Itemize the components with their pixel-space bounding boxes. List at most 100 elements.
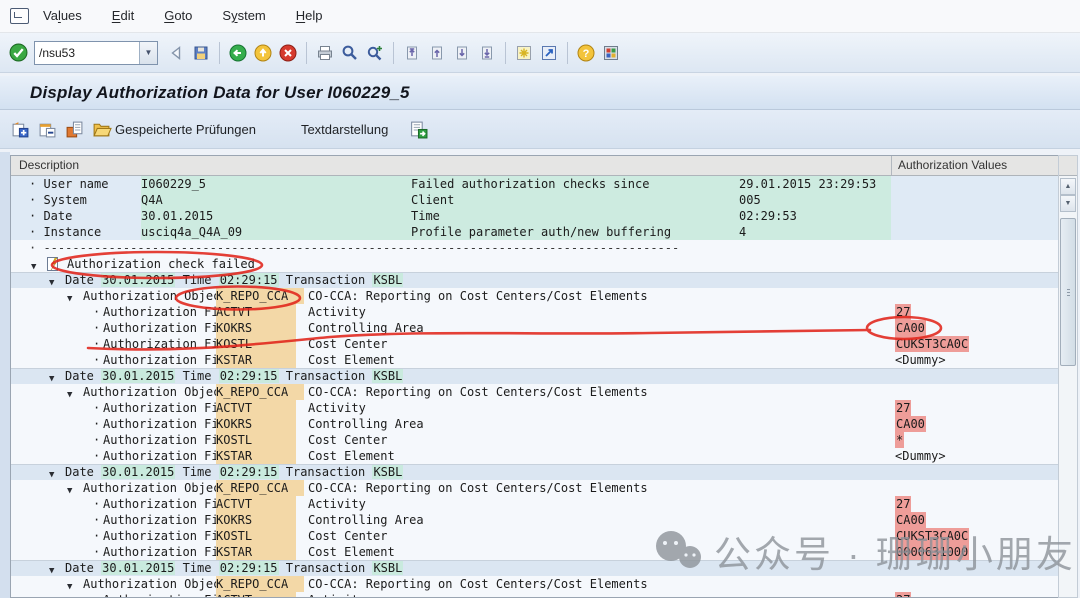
standard-toolbar: ▼ ?: [0, 33, 1080, 73]
svg-text:?: ?: [583, 48, 590, 60]
auth-field-name: KSTAR: [216, 448, 296, 464]
tree-row-field[interactable]: · Authorization Field KOSTL Cost Center …: [11, 528, 1058, 544]
auth-field-desc: Cost Element: [308, 544, 395, 560]
shortcut-icon[interactable]: [538, 42, 560, 64]
info-value: I060229_5: [141, 176, 206, 192]
text-display-button[interactable]: Textdarstellung: [275, 122, 402, 137]
save-icon[interactable]: [190, 42, 212, 64]
tree-row-object[interactable]: ▼ Authorization Object K_REPO_CCA CO-CCA…: [11, 480, 1058, 496]
auth-value: CUKST3CA0C: [895, 528, 969, 544]
auth-field-name: KOKRS: [216, 416, 296, 432]
find-icon[interactable]: [339, 42, 361, 64]
tree-root-row[interactable]: ▼ Authorization check failed: [11, 256, 1058, 272]
separator-row: · --------------------------------------…: [11, 240, 1058, 256]
auth-value: <Dummy>: [895, 352, 946, 368]
field-bullet: ·: [93, 400, 100, 416]
page-down-icon[interactable]: [451, 42, 473, 64]
auth-field-desc: Activity: [308, 496, 366, 512]
auth-field-name: KOSTL: [216, 336, 296, 352]
auth-value: 0000631000: [895, 544, 969, 560]
vertical-scrollbar[interactable]: ▲ ▼: [1058, 155, 1078, 598]
tree-row-field[interactable]: · Authorization Field ACTVT Activity 27: [11, 304, 1058, 320]
scroll-up-icon[interactable]: ▲: [1060, 178, 1076, 195]
auth-value: 27: [895, 304, 911, 320]
new-session-icon[interactable]: [513, 42, 535, 64]
system-menu-icon[interactable]: [10, 8, 29, 24]
field-bullet: ·: [93, 592, 100, 598]
info-label: · User name: [29, 176, 108, 192]
grid-body: · User name I060229_5 Failed authorizati…: [11, 176, 1058, 598]
tree-row-field[interactable]: · Authorization Field KOSTL Cost Center …: [11, 432, 1058, 448]
tree-row-date[interactable]: ▼ Date 30.01.2015 Time 02:29:15 Transact…: [11, 464, 1058, 480]
cancel-icon[interactable]: [277, 42, 299, 64]
saved-checks-button[interactable]: Gespeicherte Prüfungen: [90, 118, 270, 140]
title-bar: Display Authorization Data for User I060…: [0, 76, 1080, 110]
tree-root-label: Authorization check failed: [67, 256, 255, 272]
tree-row-field[interactable]: · Authorization Field ACTVT Activity 27: [11, 496, 1058, 512]
tree-row-date[interactable]: ▼ Date 30.01.2015 Time 02:29:15 Transact…: [11, 368, 1058, 384]
scrollbar-thumb[interactable]: [1060, 218, 1076, 366]
auth-value: CA00: [895, 416, 926, 432]
tree-row-field[interactable]: · Authorization Field KSTAR Cost Element…: [11, 544, 1058, 560]
date-row-text: Date 30.01.2015 Time 02:29:15 Transactio…: [65, 560, 403, 576]
expand-all-icon[interactable]: [9, 118, 31, 140]
first-page-icon[interactable]: [401, 42, 423, 64]
info-value-2: 29.01.2015 23:29:53: [739, 176, 876, 192]
field-bullet: ·: [93, 432, 100, 448]
menu-item[interactable]: Help: [296, 8, 323, 23]
saved-checks-label: Gespeicherte Prüfungen: [115, 122, 256, 137]
grid-header: Description Authorization Values: [11, 156, 1058, 176]
tree-row-object[interactable]: ▼ Authorization Object K_REPO_CCA CO-CCA…: [11, 384, 1058, 400]
auth-field-desc: Cost Center: [308, 528, 387, 544]
auth-object-desc: CO-CCA: Reporting on Cost Centers/Cost E…: [308, 288, 648, 304]
tree-row-object[interactable]: ▼ Authorization Object K_REPO_CCA CO-CCA…: [11, 288, 1058, 304]
tree-row-field[interactable]: · Authorization Field ACTVT Activity 27: [11, 400, 1058, 416]
tree-row-date[interactable]: ▼ Date 30.01.2015 Time 02:29:15 Transact…: [11, 272, 1058, 288]
tree-row-field[interactable]: · Authorization Field KSTAR Cost Element…: [11, 448, 1058, 464]
menu-item[interactable]: System: [222, 8, 265, 23]
scrollbar-corner: [1059, 156, 1077, 176]
auth-object-desc: CO-CCA: Reporting on Cost Centers/Cost E…: [308, 480, 648, 496]
back-icon[interactable]: [227, 42, 249, 64]
customize-icon[interactable]: [600, 42, 622, 64]
info-row: · User name I060229_5 Failed authorizati…: [11, 176, 1058, 192]
column-auth-values: Authorization Values: [898, 158, 1007, 172]
auth-value: CUKST3CA0C: [895, 336, 969, 352]
field-bullet: ·: [93, 448, 100, 464]
auth-field-name: KOKRS: [216, 320, 296, 336]
auth-object-label: Authorization Object: [83, 288, 228, 304]
tree-row-field[interactable]: · Authorization Field KOKRS Controlling …: [11, 416, 1058, 432]
export-icon[interactable]: [407, 118, 429, 140]
collapse-all-icon[interactable]: [36, 118, 58, 140]
auth-object-label: Authorization Object: [83, 576, 228, 592]
page-up-icon[interactable]: [426, 42, 448, 64]
auth-object-label: Authorization Object: [83, 480, 228, 496]
command-dropdown-icon[interactable]: ▼: [139, 42, 157, 64]
find-next-icon[interactable]: [364, 42, 386, 64]
tree-row-object[interactable]: ▼ Authorization Object K_REPO_CCA CO-CCA…: [11, 576, 1058, 592]
last-page-icon[interactable]: [476, 42, 498, 64]
copy-hierarchy-icon[interactable]: [63, 118, 85, 140]
window-left-margin: [0, 152, 10, 598]
menu-item[interactable]: Values: [43, 8, 82, 23]
help-icon[interactable]: ?: [575, 42, 597, 64]
tree-row-field[interactable]: · Authorization Field KSTAR Cost Element…: [11, 352, 1058, 368]
auth-value: 27: [895, 400, 911, 416]
print-icon[interactable]: [314, 42, 336, 64]
auth-object-label: Authorization Object: [83, 384, 228, 400]
tree-row-field[interactable]: · Authorization Field KOKRS Controlling …: [11, 320, 1058, 336]
enter-icon[interactable]: [7, 42, 29, 64]
command-field[interactable]: [35, 42, 139, 64]
menu-item[interactable]: Goto: [164, 8, 192, 23]
auth-value: 27: [895, 592, 911, 598]
menu-item[interactable]: Edit: [112, 8, 134, 23]
toolbar-separator: [505, 42, 506, 64]
back-triangle-icon[interactable]: [165, 42, 187, 64]
tree-row-field[interactable]: · Authorization Field KOKRS Controlling …: [11, 512, 1058, 528]
auth-field-desc: Cost Element: [308, 448, 395, 464]
tree-row-field[interactable]: · Authorization Field KOSTL Cost Center …: [11, 336, 1058, 352]
tree-row-field[interactable]: · Authorization Field ACTVT Activity 27: [11, 592, 1058, 598]
exit-icon[interactable]: [252, 42, 274, 64]
tree-row-date[interactable]: ▼ Date 30.01.2015 Time 02:29:15 Transact…: [11, 560, 1058, 576]
scroll-down-icon[interactable]: ▼: [1060, 195, 1076, 212]
